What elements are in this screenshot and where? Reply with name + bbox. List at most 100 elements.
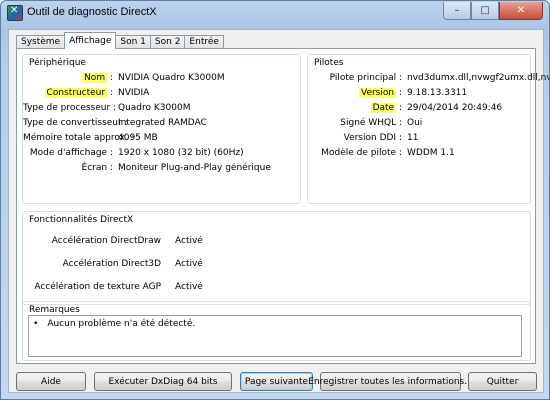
- peripherique-row: Écran : Moniteur Plug-and-Play générique: [23, 163, 271, 175]
- label-separator: :: [396, 133, 402, 143]
- peripherique-row: Type de convertisseur : Integrated RAMDAC: [23, 118, 207, 130]
- label-separator: :: [107, 73, 113, 83]
- pilotes-row-value: WDDM 1.1: [407, 148, 455, 158]
- fonctionnalites-group: Fonctionnalités DirectX Accélération Dir…: [22, 211, 531, 305]
- fonctionnalite-row-label: Accélération DirectDraw: [23, 236, 161, 248]
- pilotes-row-value: 29/04/2014 20:49:46: [407, 103, 503, 113]
- pilotes-row-label-text: Version DDI: [343, 133, 397, 143]
- peripherique-row-label: Écran :: [23, 163, 113, 175]
- peripherique-row-label-text: Type de convertisseur: [23, 118, 122, 128]
- peripherique-row-label: Mode d'affichage :: [23, 148, 113, 160]
- label-separator: :: [107, 148, 113, 158]
- peripherique-row-value: 1920 x 1080 (32 bit) (60Hz): [118, 148, 244, 158]
- pilotes-row-label-text: Signé WHQL: [340, 118, 397, 128]
- pilotes-row: Modèle de pilote : WDDM 1.1: [308, 148, 455, 160]
- pilotes-row-label: Version :: [308, 88, 402, 100]
- pilotes-heading: Pilotes: [314, 58, 344, 68]
- pilotes-row-value: 11: [407, 133, 419, 143]
- fonctionnalite-row: Accélération de texture AGP Activé: [23, 282, 203, 294]
- remarques-heading: Remarques: [29, 305, 80, 315]
- pilotes-row: Signé WHQL : Oui: [308, 118, 422, 130]
- page-suivante-button[interactable]: Page suivante: [240, 372, 313, 391]
- peripherique-row: Mode d'affichage :1920 x 1080 (32 bit) (…: [23, 148, 244, 160]
- pilotes-row-label-text: Version: [358, 88, 397, 98]
- tab-systeme[interactable]: Système: [16, 35, 66, 49]
- close-button[interactable]: ✕: [499, 2, 543, 20]
- tab-son-2[interactable]: Son 2: [149, 35, 186, 49]
- window-title: Outil de diagnostic DirectX: [27, 6, 157, 18]
- remarques-group: Remarques Aucun problème n'a été détecté…: [22, 301, 531, 361]
- window-controls: – □ ✕: [443, 2, 543, 20]
- label-separator: :: [396, 148, 402, 158]
- enregistrer-informations-button[interactable]: Enregistrer toutes les informations...: [308, 372, 473, 391]
- fonctionnalite-row-value: Activé: [175, 259, 203, 269]
- pilotes-row: Version DDI :11: [308, 133, 419, 145]
- peripherique-row: Mémoire totale approx. :4095 MB: [23, 133, 158, 145]
- peripherique-row-value: NVIDIA Quadro K3000M: [118, 73, 225, 83]
- pilotes-row-value: 9.18.13.3311: [407, 88, 468, 98]
- pilotes-row: Pilote principal : nvd3dumx.dll,nvwgf2umx…: [308, 73, 549, 85]
- pilotes-row-label: Signé WHQL :: [308, 118, 402, 130]
- peripherique-heading: Périphérique: [29, 58, 86, 68]
- quitter-button[interactable]: Quitter: [468, 372, 537, 391]
- pilotes-row-value: Oui: [407, 118, 423, 128]
- title-bar[interactable]: Outil de diagnostic DirectX – □ ✕: [1, 1, 549, 23]
- peripherique-row-value: 4095 MB: [118, 133, 158, 143]
- fonctionnalite-row-label-text: Accélération DirectDraw: [51, 236, 161, 246]
- pilotes-row: Version :9.18.13.3311: [308, 88, 467, 100]
- peripherique-row-label-text: Mode d'affichage: [29, 148, 108, 158]
- peripherique-row-label: Nom :: [23, 73, 113, 85]
- peripherique-row-label-text: Mémoire totale approx.: [23, 133, 128, 143]
- aide-button[interactable]: Aide: [16, 372, 86, 391]
- fonctionnalite-row: Accélération DirectDraw Activé: [23, 236, 203, 248]
- maximize-button[interactable]: □: [471, 2, 499, 20]
- peripherique-row: Type de processeur : Quadro K3000M: [23, 103, 190, 115]
- peripherique-row-label-text: Type de processeur: [23, 103, 111, 113]
- peripherique-row-value: NVIDIA: [118, 88, 150, 98]
- peripherique-row-value: Quadro K3000M: [118, 103, 191, 113]
- fonctionnalite-row-label: Accélération de texture AGP: [23, 282, 161, 294]
- pilotes-row: Date :29/04/2014 20:49:46: [308, 103, 502, 115]
- pilotes-row-label: Pilote principal :: [308, 73, 402, 85]
- fonctionnalite-row-label-text: Accélération Direct3D: [62, 259, 161, 269]
- tab-son-1[interactable]: Son 1: [115, 35, 151, 49]
- pilotes-row-value: nvd3dumx.dll,nvwgf2umx.dll,nvwgf2: [407, 73, 549, 83]
- label-separator: :: [396, 88, 402, 98]
- remarques-textbox[interactable]: Aucun problème n'a été détecté.: [28, 315, 522, 357]
- peripherique-row-value: Integrated RAMDAC: [118, 118, 207, 128]
- tab-entree[interactable]: Entrée: [184, 35, 224, 49]
- fonctionnalite-row-label-text: Accélération de texture AGP: [34, 282, 161, 292]
- pilotes-row-label-text: Date: [370, 103, 397, 113]
- peripherique-row: Constructeur : NVIDIA: [23, 88, 149, 100]
- dxdiag-app-icon: [7, 5, 23, 21]
- dialog-client-area: Système Affichage Son 1 Son 2 Entrée Pér…: [8, 29, 549, 393]
- label-separator: :: [110, 103, 117, 113]
- peripherique-row-label-text: Nom: [82, 73, 108, 83]
- label-separator: :: [396, 118, 402, 128]
- peripherique-row-label: Type de processeur :: [23, 103, 117, 115]
- executer-dxdiag-64-button[interactable]: Exécuter DxDiag 64 bits: [94, 372, 232, 391]
- fonctionnalite-row-value: Activé: [175, 236, 203, 246]
- remarque-item: Aucun problème n'a été détecté.: [33, 319, 195, 329]
- peripherique-row-label-text: Constructeur: [44, 88, 108, 98]
- pilotes-row-label: Version DDI :: [308, 133, 402, 145]
- label-separator: :: [396, 73, 402, 83]
- fonctionnalite-row-value: Activé: [175, 282, 203, 292]
- label-separator: :: [396, 103, 402, 113]
- tab-strip: Système Affichage Son 1 Son 2 Entrée: [16, 32, 224, 49]
- fonctionnalite-row: Accélération Direct3D Activé: [23, 259, 203, 271]
- pilotes-row-label-text: Modèle de pilote: [321, 148, 397, 158]
- tab-affichage[interactable]: Affichage: [64, 32, 117, 49]
- pilotes-row-label-text: Pilote principal: [329, 73, 397, 83]
- peripherique-group: Périphérique Nom : NVIDIA Quadro K3000M Co…: [22, 54, 301, 204]
- pilotes-group: Pilotes Pilote principal : nvd3dumx.dll,n…: [307, 54, 549, 204]
- peripherique-row-label-text: Écran: [81, 163, 108, 173]
- peripherique-row-label: Constructeur :: [23, 88, 113, 100]
- label-separator: :: [107, 88, 113, 98]
- label-separator: :: [107, 163, 113, 173]
- fonctionnalite-row-label: Accélération Direct3D: [23, 259, 161, 271]
- pilotes-row-label: Modèle de pilote :: [308, 148, 402, 160]
- peripherique-row: Nom : NVIDIA Quadro K3000M: [23, 73, 225, 85]
- dxdiag-window: Outil de diagnostic DirectX – □ ✕ Systèm…: [0, 0, 550, 400]
- minimize-button[interactable]: –: [443, 2, 471, 20]
